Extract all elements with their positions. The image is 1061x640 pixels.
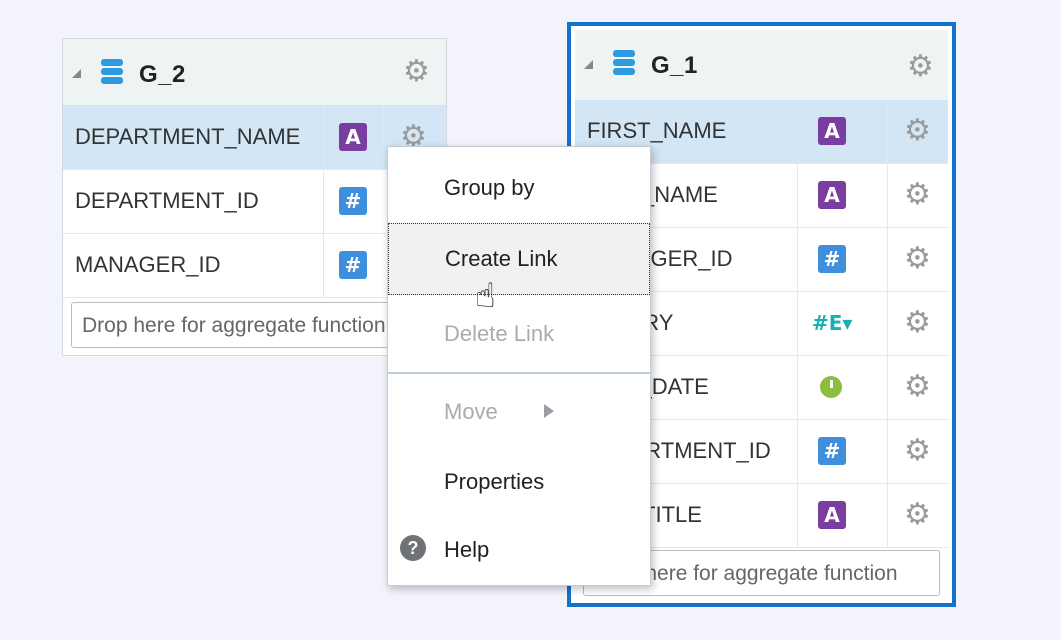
menu-item-group-by[interactable]: Group by [388,155,650,217]
menu-item-label: Delete Link [444,321,555,346]
column-name: MANAGER_ID [75,252,221,277]
gear-icon[interactable]: ⚙ [403,57,430,87]
text-type-icon: A [818,117,846,145]
menu-item-properties[interactable]: Properties [388,449,650,511]
number-type-icon: # [818,245,846,273]
database-icon [613,50,635,80]
text-type-icon: A [818,501,846,529]
date-type-icon [818,372,846,400]
gear-icon[interactable]: ⚙ [904,436,931,466]
number-type-icon: # [818,437,846,465]
group-title: G_1 [651,52,698,79]
gear-icon[interactable]: ⚙ [904,500,931,530]
collapse-icon[interactable] [584,60,593,69]
gear-icon[interactable]: ⚙ [904,244,931,274]
menu-item-label: Move [444,399,498,424]
menu-item-create-link[interactable]: Create Link [388,223,650,295]
column-name: DEPARTMENT_ID [75,188,259,213]
database-icon [101,59,123,89]
menu-item-label: Create Link [445,246,558,271]
hand-cursor-icon: ☝ [475,276,496,316]
column-name: DEPARTMENT_NAME [75,124,301,149]
group-header[interactable]: G_2 ⚙ [63,39,446,106]
drop-placeholder: Drop here for aggregate function [82,314,386,337]
help-icon: ? [400,535,426,561]
text-type-icon: A [339,123,367,151]
menu-item-label: Group by [444,175,535,200]
number-type-icon: # [339,187,367,215]
context-menu[interactable]: Group by Create Link Delete Link Move Pr… [387,146,651,586]
group-title: G_2 [139,61,186,88]
gear-icon[interactable]: ⚙ [904,372,931,402]
gear-icon[interactable]: ⚙ [904,308,931,338]
aggregate-drop-zone[interactable]: Drop here for aggregate function [71,302,438,348]
submenu-arrow-icon [544,404,554,418]
number-type-icon: # [339,251,367,279]
group-header[interactable]: G_1 ⚙ [575,30,948,101]
text-type-icon: A [818,181,846,209]
menu-separator [388,372,650,374]
menu-item-help[interactable]: ? Help [388,517,650,579]
menu-item-label: Help [444,537,490,562]
column-name: FIRST_NAME [587,118,727,143]
gear-icon[interactable]: ⚙ [904,116,931,146]
menu-item-label: Properties [444,469,545,494]
menu-item-move[interactable]: Move [388,379,650,441]
gear-icon[interactable]: ⚙ [907,52,934,82]
menu-item-delete-link[interactable]: Delete Link [388,301,650,363]
collapse-icon[interactable] [72,69,81,78]
gear-icon[interactable]: ⚙ [904,180,931,210]
formula-number-icon[interactable]: #E▾ [812,309,862,337]
